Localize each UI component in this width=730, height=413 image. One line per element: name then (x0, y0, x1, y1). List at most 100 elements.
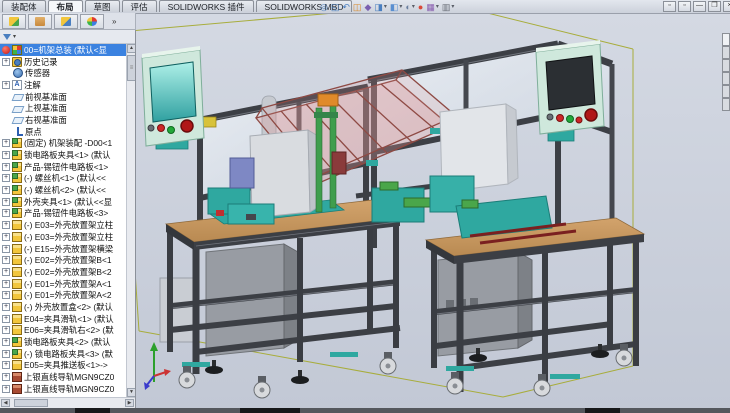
tree-item-18[interactable]: +(-) E02=外壳放置架B<1 (0, 254, 126, 266)
expand-toggle-icon[interactable]: + (2, 338, 10, 346)
mate-button[interactable] (28, 14, 52, 29)
expand-toggle-icon[interactable]: + (2, 361, 10, 369)
expand-toggle-icon[interactable]: + (2, 58, 10, 66)
tree-item-12[interactable]: +(-) 螺丝机<2> (默认<< (0, 184, 126, 196)
expand-toggle-icon[interactable]: + (2, 198, 10, 206)
tree-item-14[interactable]: +产品-锡钮件电路板<3> (0, 208, 126, 220)
ribbon-tab-4[interactable]: SOLIDWORKS 插件 (159, 0, 254, 12)
expand-toggle-icon[interactable]: + (2, 139, 10, 147)
emergency-stop-button[interactable] (585, 109, 597, 121)
tree-item-25[interactable]: +锁电路板夹具<2> (默认 (0, 336, 126, 348)
tree-item-24[interactable]: +E06=夹具滑轨右<2> (默 (0, 325, 126, 337)
scroll-down-button[interactable]: ▼ (127, 388, 135, 397)
tree-item-6[interactable]: 右视基准面 (0, 114, 126, 126)
scroll-right-button[interactable]: ▶ (125, 399, 134, 407)
expand-toggle-icon[interactable]: + (2, 245, 10, 253)
expand-toggle-icon[interactable]: + (2, 373, 10, 381)
task-pane-tab-4[interactable] (722, 85, 730, 98)
chevron-down-icon[interactable]: ▾ (451, 2, 454, 12)
edit-appearance-button[interactable]: ● (418, 2, 423, 13)
ribbon-tab-1[interactable]: 布局 (48, 0, 83, 12)
tree-item-16[interactable]: +(-) E03=外壳放置架立柱 (0, 231, 126, 243)
insert-components-button[interactable] (2, 14, 26, 29)
ribbon-tab-0[interactable]: 装配体 (2, 0, 46, 12)
move-component-button[interactable] (54, 14, 78, 29)
doc-restore-button[interactable]: ▫ (663, 1, 676, 12)
expand-toggle-icon[interactable]: + (2, 163, 10, 171)
ribbon-tab-2[interactable]: 草图 (85, 0, 120, 12)
tree-item-1[interactable]: +历史记录 (0, 56, 126, 68)
green-button[interactable] (168, 127, 175, 134)
tree-item-28[interactable]: +上银直线导轨MGN9CZ0 (0, 371, 126, 383)
tree-item-15[interactable]: +(-) E03=外壳放置架立柱 (0, 219, 126, 231)
scroll-left-button[interactable]: ◀ (1, 399, 10, 407)
doc-window-button[interactable]: ▫ (678, 1, 691, 12)
minimize-button[interactable]: — (693, 1, 706, 12)
horizontal-scroll-thumb[interactable] (14, 399, 48, 407)
chevron-down-icon[interactable]: ▾ (384, 2, 387, 12)
zoom-to-area-button[interactable]: ◱ (331, 2, 340, 13)
expand-toggle-icon[interactable]: + (2, 256, 10, 264)
tree-item-21[interactable]: +(-) E01=外壳放置架A<2 (0, 289, 126, 301)
tree-item-5[interactable]: 上视基准面 (0, 102, 126, 114)
knob[interactable] (547, 114, 553, 120)
red-button[interactable] (576, 117, 582, 123)
expand-toggle-icon[interactable]: + (2, 81, 10, 89)
task-pane-tab-0[interactable] (722, 33, 730, 46)
restore-button[interactable]: ❐ (708, 1, 721, 12)
chevron-down-icon[interactable]: ▾ (436, 2, 439, 12)
expand-toggle-icon[interactable]: + (2, 326, 10, 334)
green-button[interactable] (567, 116, 574, 123)
view-settings-button[interactable]: ▥▾ (442, 2, 455, 13)
close-button[interactable]: × (723, 1, 730, 12)
zoom-to-fit-button[interactable]: ◎ (320, 2, 328, 13)
tree-item-4[interactable]: 前视基准面 (0, 91, 126, 103)
tree-item-2[interactable]: 传感器 (0, 67, 126, 79)
previous-view-button[interactable]: ↶ (342, 2, 350, 13)
red-button[interactable] (557, 115, 564, 122)
tree-item-9[interactable]: +锁电路板夹具<1> (默认 (0, 149, 126, 161)
task-pane-tab-2[interactable] (722, 59, 730, 72)
red-button[interactable] (158, 125, 165, 132)
chevron-down-icon[interactable]: ▾ (399, 2, 402, 12)
tree-horizontal-scrollbar[interactable]: ◀ ▶ (0, 397, 135, 408)
tree-item-10[interactable]: +产品-锡钮件电路板<1> (0, 161, 126, 173)
view-orientation-button[interactable]: ◨▾ (374, 2, 387, 13)
assembly-visualization-button[interactable] (80, 14, 104, 29)
tree-item-0[interactable]: 00=机架总装 (默认<显 (0, 44, 126, 56)
expand-toggle-icon[interactable]: + (2, 315, 10, 323)
apply-scene-button[interactable]: ▦▾ (426, 2, 439, 13)
tree-item-3[interactable]: +A注解 (0, 79, 126, 91)
tree-item-17[interactable]: +(-) E15=外壳放置架横梁 (0, 243, 126, 255)
task-pane-tab-1[interactable] (722, 46, 730, 59)
expand-toggle-icon[interactable]: + (2, 350, 10, 358)
task-pane-tab-3[interactable] (722, 72, 730, 85)
tree-item-13[interactable]: +外壳夹具<1> (默认<<显 (0, 196, 126, 208)
section-view-button[interactable]: ◫ (353, 2, 362, 13)
tree-item-23[interactable]: +E04=夹具滑轨<1> (默认 (0, 313, 126, 325)
expand-toggle-icon[interactable]: + (2, 268, 10, 276)
tree-item-7[interactable]: 原点 (0, 126, 126, 138)
filter-dropdown-icon[interactable]: ▾ (13, 33, 16, 40)
annotation-view-button[interactable]: ◆ (364, 2, 371, 13)
tree-item-11[interactable]: +(-) 螺丝机<1> (默认<< (0, 173, 126, 185)
emergency-stop-button[interactable] (181, 120, 193, 132)
expand-toggle-icon[interactable]: + (2, 291, 10, 299)
tree-vertical-scrollbar[interactable]: ▲ ▼ (126, 44, 135, 397)
right-hmi-panel[interactable] (536, 40, 604, 141)
expand-toggle-icon[interactable]: + (2, 151, 10, 159)
filter-funnel-icon[interactable] (3, 34, 11, 40)
expand-toggle-icon[interactable]: + (2, 233, 10, 241)
display-style-button[interactable]: ◧▾ (390, 2, 403, 13)
vertical-scroll-thumb[interactable] (127, 55, 135, 81)
expand-toggle-icon[interactable]: + (2, 174, 10, 182)
scroll-up-button[interactable]: ▲ (127, 44, 135, 53)
tree-item-20[interactable]: +(-) E01=外壳放置架A<1 (0, 278, 126, 290)
expand-toggle-icon[interactable]: + (2, 209, 10, 217)
ribbon-tab-3[interactable]: 评估 (122, 0, 157, 12)
expand-toggle-icon[interactable]: + (2, 186, 10, 194)
tree-item-22[interactable]: +(-) 外壳放置盒<2> (默认 (0, 301, 126, 313)
toolbar-overflow-button[interactable]: » (112, 17, 116, 26)
chevron-down-icon[interactable]: ▾ (412, 2, 415, 12)
tree-item-19[interactable]: +(-) E02=外壳放置架B<2 (0, 266, 126, 278)
